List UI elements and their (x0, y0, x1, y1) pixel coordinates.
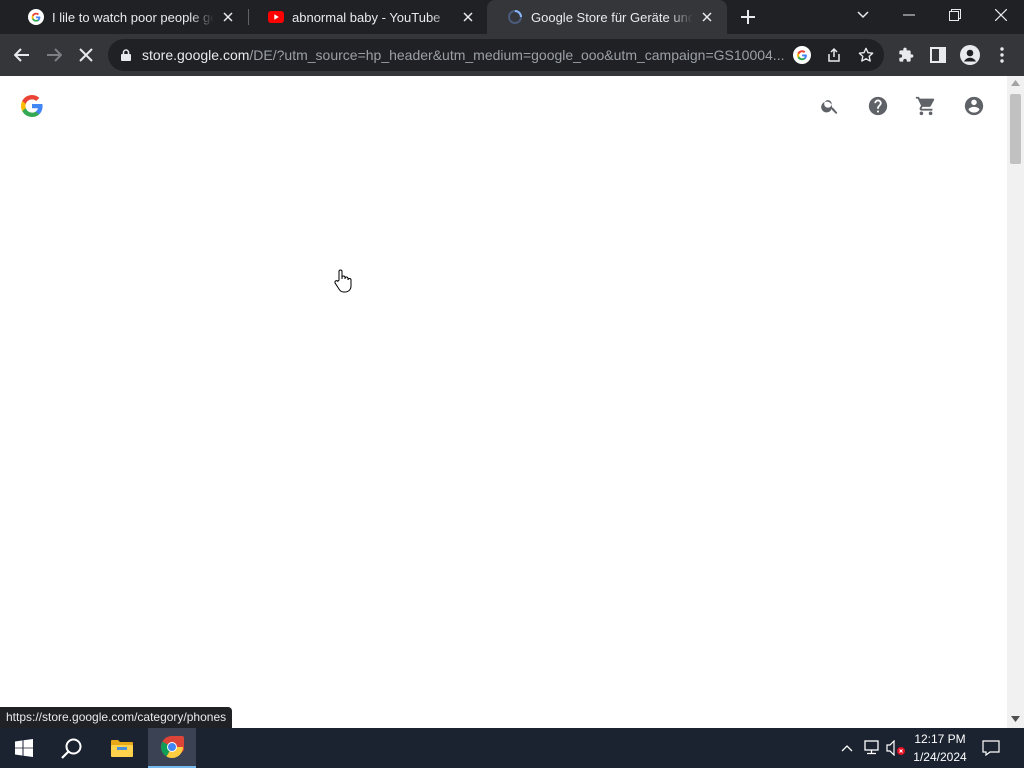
tab-title: abnormal baby - YouTube (292, 9, 441, 25)
tab-search-button[interactable] (840, 0, 886, 30)
notification-center-icon[interactable] (976, 728, 1006, 768)
chrome-taskbar-icon[interactable] (148, 728, 196, 768)
extensions-icon[interactable] (893, 42, 919, 68)
web-page (0, 76, 1007, 728)
taskbar-search-icon[interactable] (48, 728, 96, 768)
page-scrollbar[interactable] (1007, 76, 1024, 728)
tab-abnormal-baby[interactable]: abnormal baby - YouTube (248, 0, 488, 34)
tab-strip: I lile to watch poor people get rich abn… (0, 0, 1024, 34)
url-path: /DE/?utm_source=hp_header&utm_medium=goo… (249, 47, 784, 63)
clock-date: 1/24/2024 (913, 750, 967, 764)
loading-spinner-icon (507, 9, 523, 25)
tab-google-store[interactable]: Google Store für Geräte und Zubehör (487, 0, 727, 34)
close-icon[interactable] (699, 9, 715, 25)
tab-title: Google Store für Geräte und Zubehör (531, 9, 693, 25)
forward-button[interactable] (41, 42, 67, 68)
url-text: store.google.com/DE/?utm_source=hp_heade… (142, 46, 784, 64)
restore-button[interactable] (932, 0, 978, 30)
taskbar-clock[interactable]: 12:17 PM 1/24/2024 (905, 730, 975, 766)
close-icon[interactable] (220, 9, 236, 25)
google-logo-icon[interactable] (20, 94, 44, 118)
help-icon[interactable] (866, 94, 890, 118)
hand-cursor-icon (334, 269, 352, 293)
cart-icon[interactable] (914, 94, 938, 118)
link-status-bar: https://store.google.com/category/phones (0, 707, 233, 728)
stop-loading-button[interactable] (73, 42, 99, 68)
file-explorer-icon[interactable] (98, 728, 146, 768)
google-lens-icon[interactable] (789, 42, 815, 68)
windows-taskbar (0, 728, 1024, 768)
show-hidden-icons-chevron-icon[interactable] (836, 728, 858, 768)
minimize-button[interactable] (886, 0, 932, 30)
share-icon[interactable] (821, 42, 847, 68)
start-button[interactable] (0, 728, 48, 768)
close-icon[interactable] (460, 9, 476, 25)
youtube-icon (268, 9, 284, 25)
profile-avatar[interactable] (957, 42, 983, 68)
scroll-down-arrow-icon[interactable] (1011, 716, 1020, 722)
new-tab-button[interactable] (738, 7, 758, 27)
scroll-up-arrow-icon[interactable] (1011, 80, 1020, 86)
back-button[interactable] (9, 42, 35, 68)
network-icon[interactable] (860, 728, 882, 768)
side-panel-icon[interactable] (925, 42, 951, 68)
clock-time: 12:17 PM (914, 732, 966, 746)
bookmark-star-icon[interactable] (853, 42, 879, 68)
tab-watch-poor-people[interactable]: I lile to watch poor people get rich (8, 0, 248, 34)
account-circle-icon[interactable] (962, 94, 986, 118)
scrollbar-thumb[interactable] (1010, 94, 1021, 164)
url-host: store.google.com (142, 47, 250, 63)
search-icon[interactable] (818, 94, 842, 118)
close-window-button[interactable] (978, 0, 1024, 30)
tab-title: I lile to watch poor people get rich (52, 9, 214, 25)
google-g-icon (28, 9, 44, 25)
lock-icon[interactable] (113, 42, 139, 68)
chrome-menu-icon[interactable] (989, 42, 1015, 68)
